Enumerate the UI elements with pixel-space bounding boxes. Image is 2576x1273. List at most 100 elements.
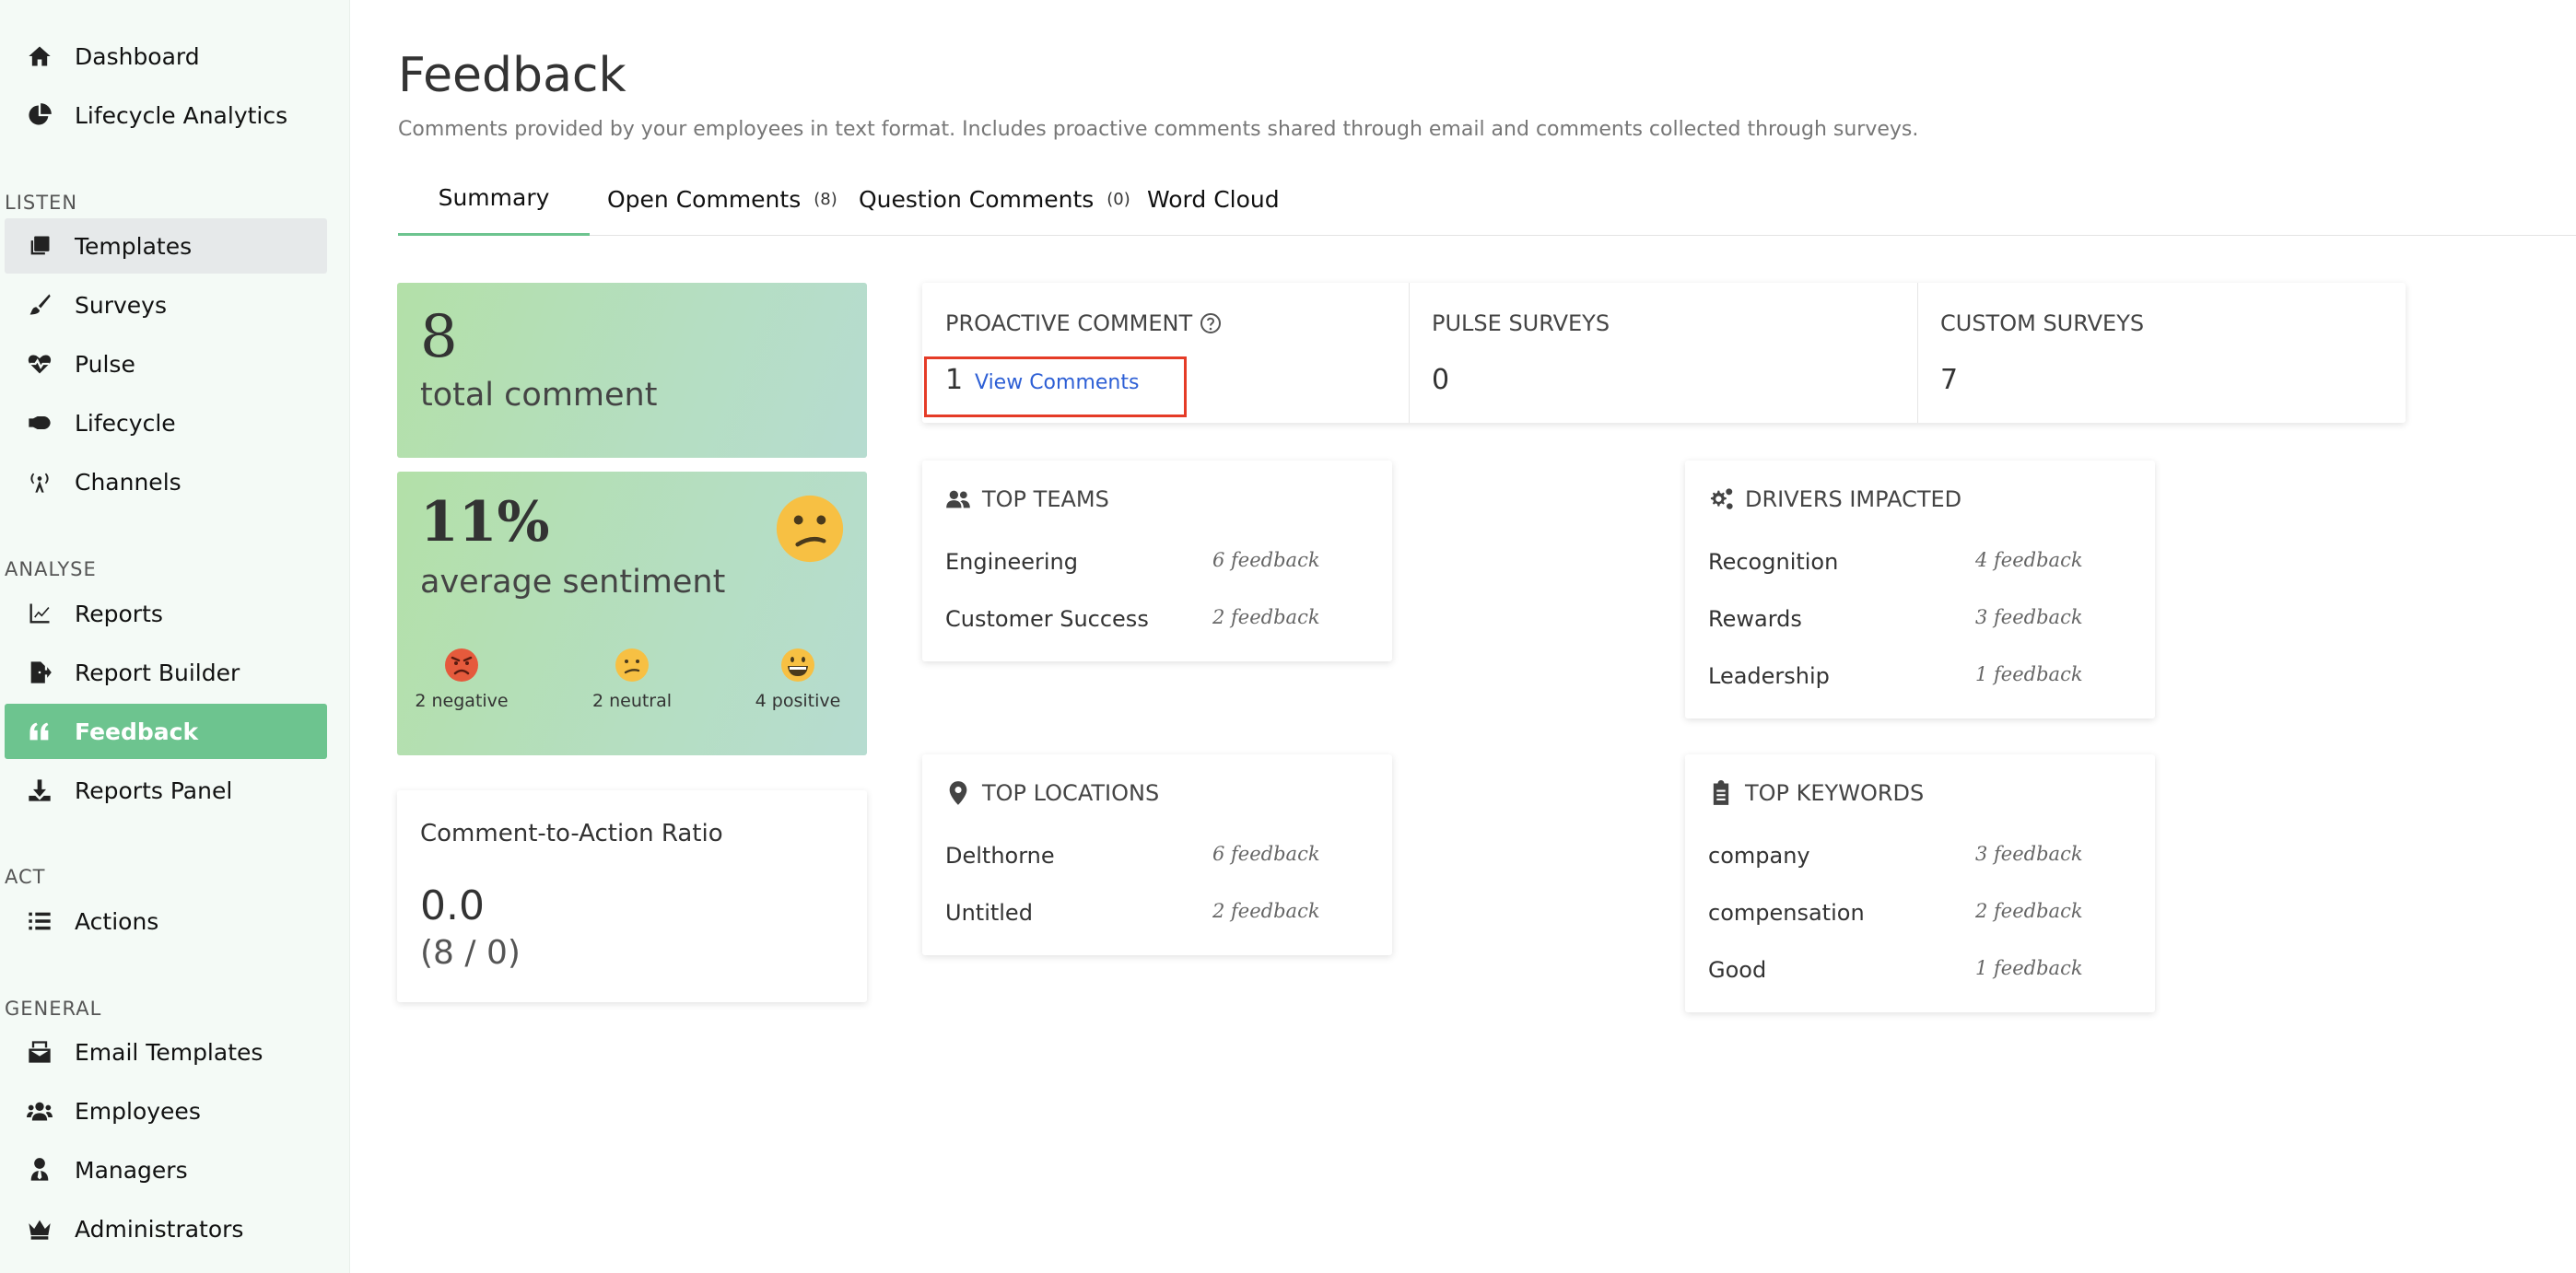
list-item: Leadership 1 feedback bbox=[1708, 663, 2118, 700]
comment-source-stats: PROACTIVE COMMENT 1 View Comments PULSE … bbox=[922, 283, 2406, 423]
list-item: Delthorne 6 feedback bbox=[945, 843, 1355, 880]
item-count: 1 feedback bbox=[1975, 957, 2083, 979]
clipboard-list-icon bbox=[1713, 780, 1729, 805]
list-icon bbox=[23, 905, 56, 938]
item-name: Good bbox=[1708, 957, 1767, 983]
tab-bar: Summary Open Comments (8) Question Comme… bbox=[398, 162, 2576, 236]
confused-face-icon bbox=[776, 495, 844, 563]
sidebar-item-lifecycle-analytics[interactable]: Lifecycle Analytics bbox=[5, 88, 327, 143]
item-count: 2 feedback bbox=[1212, 606, 1320, 628]
pulse-surveys-stat: PULSE SURVEYS 0 bbox=[1409, 283, 1917, 423]
quote-icon bbox=[23, 715, 56, 748]
sidebar-item-report-builder[interactable]: Report Builder bbox=[5, 645, 327, 700]
item-name: Rewards bbox=[1708, 606, 1802, 632]
proactive-comment-label: PROACTIVE COMMENT bbox=[945, 310, 1193, 336]
item-name: Untitled bbox=[945, 900, 1033, 926]
sidebar: Dashboard Lifecycle Analytics LISTEN Tem… bbox=[0, 0, 350, 1273]
tab-question-comments[interactable]: Question Comments (0) bbox=[859, 162, 1130, 236]
list-item: Good 1 feedback bbox=[1708, 957, 2118, 994]
ratio-detail: (8 / 0) bbox=[420, 934, 521, 972]
sidebar-item-administrators[interactable]: Administrators bbox=[5, 1201, 327, 1256]
crown-icon bbox=[23, 1212, 56, 1245]
item-name: Leadership bbox=[1708, 663, 1830, 689]
tab-label: Word Cloud bbox=[1147, 185, 1280, 213]
page-subtitle: Comments provided by your employees in t… bbox=[398, 118, 1919, 141]
drivers-impacted-title: DRIVERS IMPACTED bbox=[1745, 486, 1962, 512]
sidebar-item-label: Reports Panel bbox=[75, 777, 233, 804]
sidebar-item-reports[interactable]: Reports bbox=[5, 586, 327, 641]
file-export-icon bbox=[23, 656, 56, 689]
comment-action-ratio-card: Comment-to-Action Ratio 0.0 (8 / 0) bbox=[397, 790, 867, 1002]
mail-bulk-icon bbox=[23, 1035, 56, 1069]
tab-label: Summary bbox=[438, 184, 550, 211]
broadcast-icon bbox=[23, 465, 56, 498]
sidebar-item-dashboard[interactable]: Dashboard bbox=[5, 29, 327, 84]
sidebar-item-templates[interactable]: Templates bbox=[5, 218, 327, 274]
list-item: Untitled 2 feedback bbox=[945, 900, 1355, 937]
item-count: 2 feedback bbox=[1212, 900, 1320, 922]
proactive-comment-value: 1 bbox=[945, 364, 964, 396]
sidebar-item-label: Lifecycle bbox=[75, 409, 176, 437]
sidebar-item-managers[interactable]: Managers bbox=[5, 1142, 327, 1197]
section-label-general: GENERAL bbox=[5, 998, 102, 1020]
list-item: Customer Success 2 feedback bbox=[945, 606, 1355, 643]
tab-open-comments[interactable]: Open Comments (8) bbox=[607, 162, 837, 236]
item-count: 6 feedback bbox=[1212, 549, 1320, 571]
item-count: 6 feedback bbox=[1212, 843, 1320, 865]
sentiment-neutral: 2 neutral bbox=[568, 647, 697, 711]
custom-surveys-value: 7 bbox=[1940, 364, 1959, 396]
sidebar-item-email-templates[interactable]: Email Templates bbox=[5, 1024, 327, 1080]
total-comment-value: 8 bbox=[420, 303, 458, 371]
users-icon bbox=[946, 490, 970, 508]
top-keywords-title: TOP KEYWORDS bbox=[1745, 780, 1925, 806]
pulse-surveys-value: 0 bbox=[1432, 364, 1450, 396]
grinning-face-icon bbox=[781, 648, 814, 682]
sidebar-item-channels[interactable]: Channels bbox=[5, 454, 327, 509]
heartbeat-icon bbox=[23, 347, 56, 380]
total-comment-card: 8 total comment bbox=[397, 283, 867, 458]
item-name: compensation bbox=[1708, 900, 1865, 926]
section-label-listen: LISTEN bbox=[5, 192, 78, 214]
pulse-surveys-label: PULSE SURVEYS bbox=[1432, 310, 1610, 336]
ratio-value: 0.0 bbox=[420, 882, 485, 929]
sentiment-neutral-label: 2 neutral bbox=[591, 691, 673, 711]
item-count: 2 feedback bbox=[1975, 900, 2083, 922]
download-icon bbox=[23, 774, 56, 807]
top-locations-title: TOP LOCATIONS bbox=[982, 780, 1160, 806]
sidebar-item-actions[interactable]: Actions bbox=[5, 893, 327, 949]
top-keywords-heading: TOP KEYWORDS bbox=[1708, 780, 1924, 806]
help-circle-icon[interactable] bbox=[1200, 312, 1222, 334]
sidebar-item-label: Templates bbox=[75, 232, 193, 260]
average-sentiment-label: average sentiment bbox=[420, 564, 726, 601]
pie-chart-icon bbox=[23, 99, 56, 132]
item-name: Engineering bbox=[945, 549, 1078, 575]
tab-label: Open Comments bbox=[607, 185, 802, 213]
top-locations-card: TOP LOCATIONS Delthorne 6 feedback Untit… bbox=[922, 754, 1392, 955]
item-name: Customer Success bbox=[945, 606, 1149, 632]
list-item: company 3 feedback bbox=[1708, 843, 2118, 880]
sidebar-item-label: Reports bbox=[75, 600, 163, 627]
neutral-face-icon bbox=[615, 648, 649, 682]
section-label-act: ACT bbox=[5, 866, 46, 888]
sidebar-item-label: Dashboard bbox=[75, 42, 200, 70]
view-comments-link[interactable]: View Comments bbox=[975, 371, 1139, 394]
sidebar-item-pulse[interactable]: Pulse bbox=[5, 336, 327, 391]
item-name: Recognition bbox=[1708, 549, 1839, 575]
list-item: Engineering 6 feedback bbox=[945, 549, 1355, 586]
tab-summary[interactable]: Summary bbox=[398, 162, 590, 236]
item-count: 3 feedback bbox=[1975, 843, 2083, 865]
sentiment-negative-label: 2 negative bbox=[415, 691, 509, 711]
tab-count: (0) bbox=[1107, 189, 1130, 209]
sidebar-item-reports-panel[interactable]: Reports Panel bbox=[5, 763, 327, 818]
sidebar-item-employees[interactable]: Employees bbox=[5, 1083, 327, 1139]
sidebar-item-lifecycle[interactable]: Lifecycle bbox=[5, 395, 327, 450]
tab-word-cloud[interactable]: Word Cloud bbox=[1147, 162, 1280, 236]
item-count: 1 feedback bbox=[1975, 663, 2083, 685]
custom-surveys-label: CUSTOM SURVEYS bbox=[1940, 310, 2145, 336]
proactive-comment-stat: PROACTIVE COMMENT 1 View Comments bbox=[922, 283, 1409, 423]
home-icon bbox=[23, 40, 56, 73]
sidebar-item-feedback[interactable]: Feedback bbox=[5, 704, 327, 759]
sidebar-item-surveys[interactable]: Surveys bbox=[5, 277, 327, 333]
sidebar-item-label: Managers bbox=[75, 1156, 188, 1184]
line-chart-icon bbox=[23, 597, 56, 630]
